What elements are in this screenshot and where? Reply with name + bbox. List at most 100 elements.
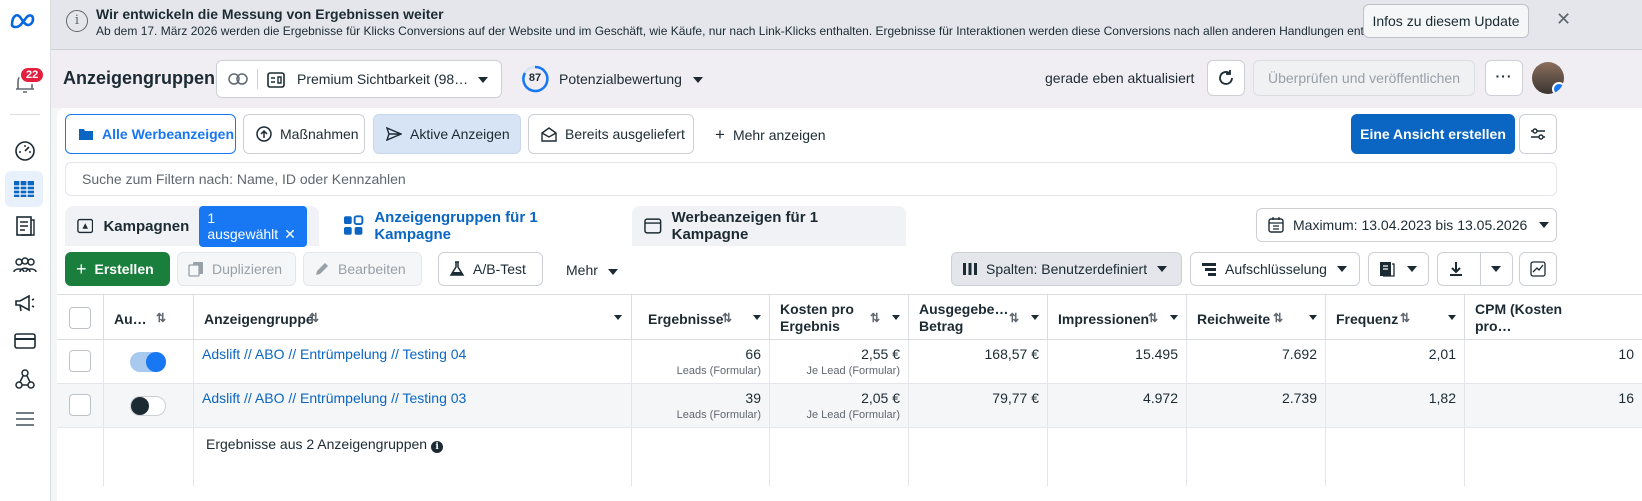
header-status[interactable]: Au… ⇅: [104, 295, 194, 339]
table-row[interactable]: Adslift // ABO // Entrümpelung // Testin…: [57, 340, 1642, 384]
main-panel: Alle Werbeanzeigen Maßnahmen Aktive Anze…: [57, 108, 1642, 501]
chevron-down-icon[interactable]: [1309, 315, 1317, 320]
view-tab-actions[interactable]: Maßnahmen: [243, 114, 365, 154]
search-input[interactable]: Suche zum Filtern nach: Name, ID oder Ke…: [65, 162, 1557, 196]
rail-campaigns[interactable]: [11, 289, 39, 317]
adset-name-link[interactable]: Adslift // ABO // Entrümpelung // Testin…: [202, 390, 466, 406]
chevron-down-icon[interactable]: [1448, 315, 1456, 320]
more-actions-dropdown[interactable]: Mehr: [566, 262, 618, 278]
info-icon: i: [66, 10, 88, 32]
ad-window-icon: [644, 218, 662, 234]
reports-dropdown[interactable]: [1368, 252, 1429, 286]
chevron-down-icon: [1539, 222, 1550, 228]
header-cost-per-result[interactable]: Kosten pro Ergebnis ⇅: [770, 295, 909, 339]
rail-reports[interactable]: [11, 212, 39, 240]
more-options-button[interactable]: ···: [1485, 60, 1523, 96]
row-checkbox[interactable]: [69, 394, 91, 416]
chevron-down-icon[interactable]: [1170, 315, 1178, 320]
reach-value: 7.692: [1281, 346, 1317, 362]
sort-icon[interactable]: ⇅: [1009, 311, 1019, 325]
view-settings-button[interactable]: [1519, 114, 1557, 154]
delivery-toggle-off[interactable]: [130, 396, 166, 416]
update-info-button[interactable]: Infos zu diesem Update: [1363, 4, 1529, 38]
ab-test-button[interactable]: A/B-Test: [438, 252, 543, 286]
rail-ads-manager[interactable]: [5, 171, 43, 207]
info-icon[interactable]: i: [431, 441, 444, 453]
rail-audiences[interactable]: [11, 251, 39, 279]
date-range-picker[interactable]: Maximum: 13.04.2023 bis 13.05.2026: [1256, 208, 1557, 242]
sort-icon[interactable]: ⇅: [722, 311, 732, 325]
tab-adsets[interactable]: Anzeigengruppen für 1 Kampagne: [331, 206, 623, 246]
avatar[interactable]: [1532, 62, 1564, 94]
header-reach[interactable]: Reichweite ⇅: [1187, 295, 1326, 339]
status-cell: [104, 384, 194, 427]
columns-dropdown[interactable]: Spalten: Benutzerdefiniert: [951, 252, 1182, 286]
header-label: Ausgegebe… Betrag: [919, 301, 1008, 335]
edit-button[interactable]: Bearbeiten: [303, 252, 422, 286]
rail-all-tools[interactable]: [11, 405, 39, 433]
campaign-selector[interactable]: Premium Sichtbarkeit (98…: [216, 60, 502, 98]
review-publish-button[interactable]: Überprüfen und veröffentlichen: [1253, 60, 1475, 96]
close-icon[interactable]: ✕: [284, 226, 296, 242]
header-results[interactable]: Ergebnisse ⇅: [632, 295, 770, 339]
charts-button[interactable]: [1519, 252, 1557, 286]
sort-icon[interactable]: ⇅: [1400, 311, 1410, 325]
send-arrow-icon: [386, 127, 402, 141]
header-label-line1: CPM (Kosten: [1475, 301, 1563, 317]
select-all-checkbox[interactable]: [69, 307, 91, 329]
create-button[interactable]: + Erstellen: [65, 252, 170, 286]
frequency-cell: 2,01: [1326, 340, 1465, 383]
plus-icon: +: [76, 258, 87, 279]
chevron-down-icon[interactable]: [892, 315, 900, 320]
header-impressions[interactable]: Impressionen ⇅: [1048, 295, 1187, 339]
sort-icon[interactable]: ⇅: [156, 311, 166, 325]
opportunity-score-label[interactable]: Potenzialbewertung: [559, 71, 682, 87]
update-banner: i Wir entwickeln die Messung von Ergebni…: [51, 0, 1642, 50]
header-label-line1: Kosten pro: [780, 301, 854, 317]
sort-icon[interactable]: ⇅: [309, 311, 319, 325]
view-tab-active-ads[interactable]: Aktive Anzeigen: [373, 114, 521, 154]
view-tab-delivered[interactable]: Bereits ausgeliefert: [528, 114, 694, 154]
row-checkbox[interactable]: [69, 350, 91, 372]
tab-campaigns[interactable]: Kampagnen 1 ausgewählt ✕: [65, 205, 319, 247]
table-row[interactable]: Adslift // ABO // Entrümpelung // Testin…: [57, 384, 1642, 428]
header-amount-spent[interactable]: Ausgegebe… Betrag ⇅: [909, 295, 1048, 339]
sort-icon[interactable]: ⇅: [1273, 311, 1283, 325]
close-icon[interactable]: ✕: [1556, 9, 1571, 30]
sort-icon[interactable]: ⇅: [870, 311, 880, 325]
chevron-down-icon[interactable]: [614, 315, 622, 320]
duplicate-button[interactable]: Duplizieren: [177, 252, 296, 286]
refresh-button[interactable]: [1207, 60, 1245, 96]
view-tab-all-ads[interactable]: Alle Werbeanzeigen: [65, 114, 236, 154]
breakdown-icon: [1202, 263, 1216, 276]
banner-text: Ab dem 17. März 2026 werden die Ergebnis…: [96, 24, 1400, 38]
header-label: Kosten pro Ergebnis: [780, 301, 854, 335]
show-more-views[interactable]: + Mehr anzeigen: [715, 125, 826, 145]
chevron-down-icon[interactable]: [1031, 315, 1039, 320]
rail-overview[interactable]: [11, 137, 39, 165]
rail-billing[interactable]: [11, 327, 39, 355]
chevron-down-icon[interactable]: [693, 77, 703, 83]
tab-ads[interactable]: Werbeanzeigen für 1 Kampagne: [632, 206, 906, 246]
header-frequency[interactable]: Frequenz ⇅: [1326, 295, 1465, 339]
results-cell: 66 Leads (Formular): [632, 340, 770, 383]
breakdown-dropdown[interactable]: Aufschlüsselung: [1190, 252, 1360, 286]
create-view-button[interactable]: Eine Ansicht erstellen: [1351, 114, 1515, 154]
header-label: CPM (Kosten pro…: [1475, 301, 1562, 335]
chevron-down-icon: [1157, 266, 1168, 272]
gauge-icon: [15, 141, 35, 161]
sort-icon[interactable]: ⇅: [1148, 311, 1158, 325]
summary-empty-cell: [104, 428, 194, 486]
spent-cell: 79,77 €: [909, 384, 1048, 427]
summary-empty-cell: [1326, 428, 1465, 486]
chevron-down-icon[interactable]: [753, 315, 761, 320]
header-adset-name[interactable]: Anzeigengruppe ⇅: [194, 295, 632, 339]
delivery-toggle-on[interactable]: [130, 352, 166, 372]
header-cpm[interactable]: CPM (Kosten pro…: [1465, 295, 1642, 339]
meta-logo-icon[interactable]: [9, 10, 39, 32]
selection-chip[interactable]: 1 ausgewählt ✕: [199, 205, 307, 247]
adset-name-link[interactable]: Adslift // ABO // Entrümpelung // Testin…: [202, 346, 466, 362]
rail-events[interactable]: [11, 365, 39, 393]
export-dropdown[interactable]: [1437, 252, 1513, 286]
cpm-value: 10: [1618, 346, 1634, 362]
